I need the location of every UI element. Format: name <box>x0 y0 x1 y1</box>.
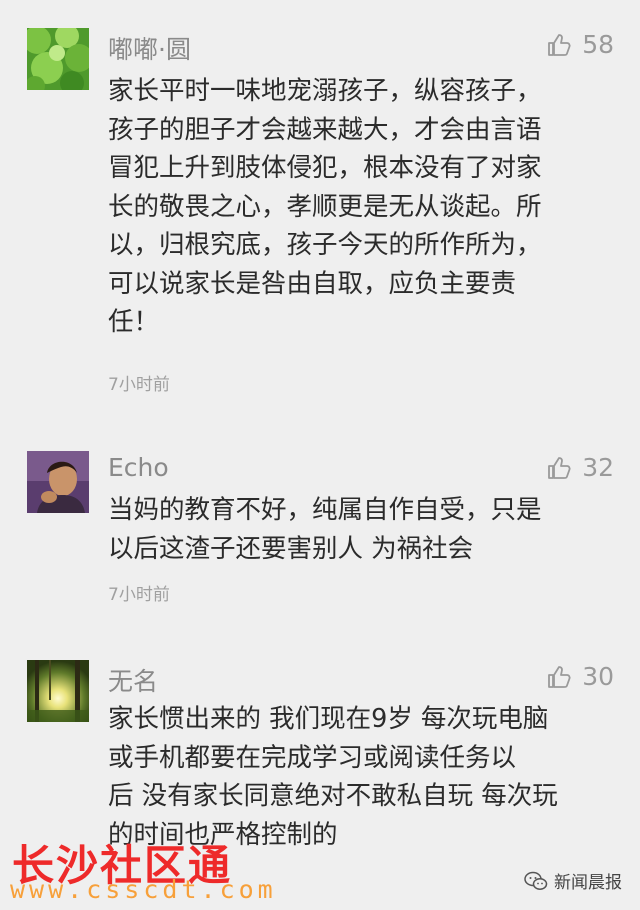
comment-text-line: 家长惯出来的 我们现在9岁 每次玩电脑 <box>108 704 549 734</box>
like-count: 32 <box>582 453 614 482</box>
like-count: 30 <box>582 662 614 691</box>
comment-text-line: 孩子的胆子才会越来越大，才会由言语 <box>108 114 542 145</box>
comment-text-line: 可以说家长是咎由自取，应负主要责 <box>108 268 517 299</box>
comment-text: 家长平时一味地宠溺孩子，纵容孩子， 孩子的胆子才会越来越大，才会由言语 冒犯上升… <box>108 72 608 342</box>
wechat-icon <box>524 871 548 890</box>
like-button[interactable]: 30 <box>546 662 614 691</box>
comment-text: 家长惯出来的 我们现在9岁 每次玩电脑 或手机都要在完成学习或阅读任务以 后 没… <box>108 700 608 854</box>
comment-list: 嘟嘟·圆 58 家长平时一味地宠溺孩子，纵容孩子， 孩子的胆子才会越来越大，才会… <box>0 0 640 910</box>
person-portrait-icon <box>27 451 89 513</box>
like-button[interactable]: 32 <box>546 453 614 482</box>
author-name[interactable]: 嘟嘟·圆 <box>108 30 191 66</box>
comment-text-line: 或手机都要在完成学习或阅读任务以 <box>108 742 517 773</box>
comment-text-line: 以，归根究底，孩子今天的所作所为， <box>108 230 542 260</box>
like-count: 58 <box>582 30 614 59</box>
comment-time: 7小时前 <box>108 375 170 395</box>
comment-text-line: 长的敬畏之心，孝顺更是无从谈起。所 <box>108 191 542 222</box>
author-name[interactable]: 无名 <box>108 662 158 698</box>
sunlit-forest-icon <box>27 660 89 722</box>
author-name[interactable]: Echo <box>108 453 169 482</box>
avatar[interactable] <box>27 660 89 722</box>
comment-text-line: 冒犯上升到肢体侵犯，根本没有了对家 <box>108 153 542 183</box>
comment-text-line: 家长平时一味地宠溺孩子，纵容孩子， <box>108 76 542 106</box>
site-url-watermark: www.csscdt.com <box>10 875 277 904</box>
comment-text-line: 当妈的教育不好，纯属自作自受，只是 <box>108 495 542 525</box>
avatar[interactable] <box>27 451 89 513</box>
account-watermark: 新闻晨报 <box>524 868 622 893</box>
comment-time: 7小时前 <box>108 585 170 605</box>
thumbs-up-icon <box>548 456 571 479</box>
like-button[interactable]: 58 <box>546 30 614 59</box>
thumbs-up-icon <box>548 665 571 688</box>
comment-text-line: 后 没有家长同意绝对不敢私自玩 每次玩 <box>108 781 558 811</box>
comment-text: 当妈的教育不好，纯属自作自受，只是 以后这渣子还要害别人 为祸社会 <box>108 491 608 568</box>
account-name: 新闻晨报 <box>554 873 622 893</box>
avatar[interactable] <box>27 28 89 90</box>
green-leaves-icon <box>27 28 89 90</box>
comment-text-line: 任！ <box>108 307 160 337</box>
thumbs-up-icon <box>548 33 571 56</box>
comment-text-line: 以后这渣子还要害别人 为祸社会 <box>108 533 474 564</box>
